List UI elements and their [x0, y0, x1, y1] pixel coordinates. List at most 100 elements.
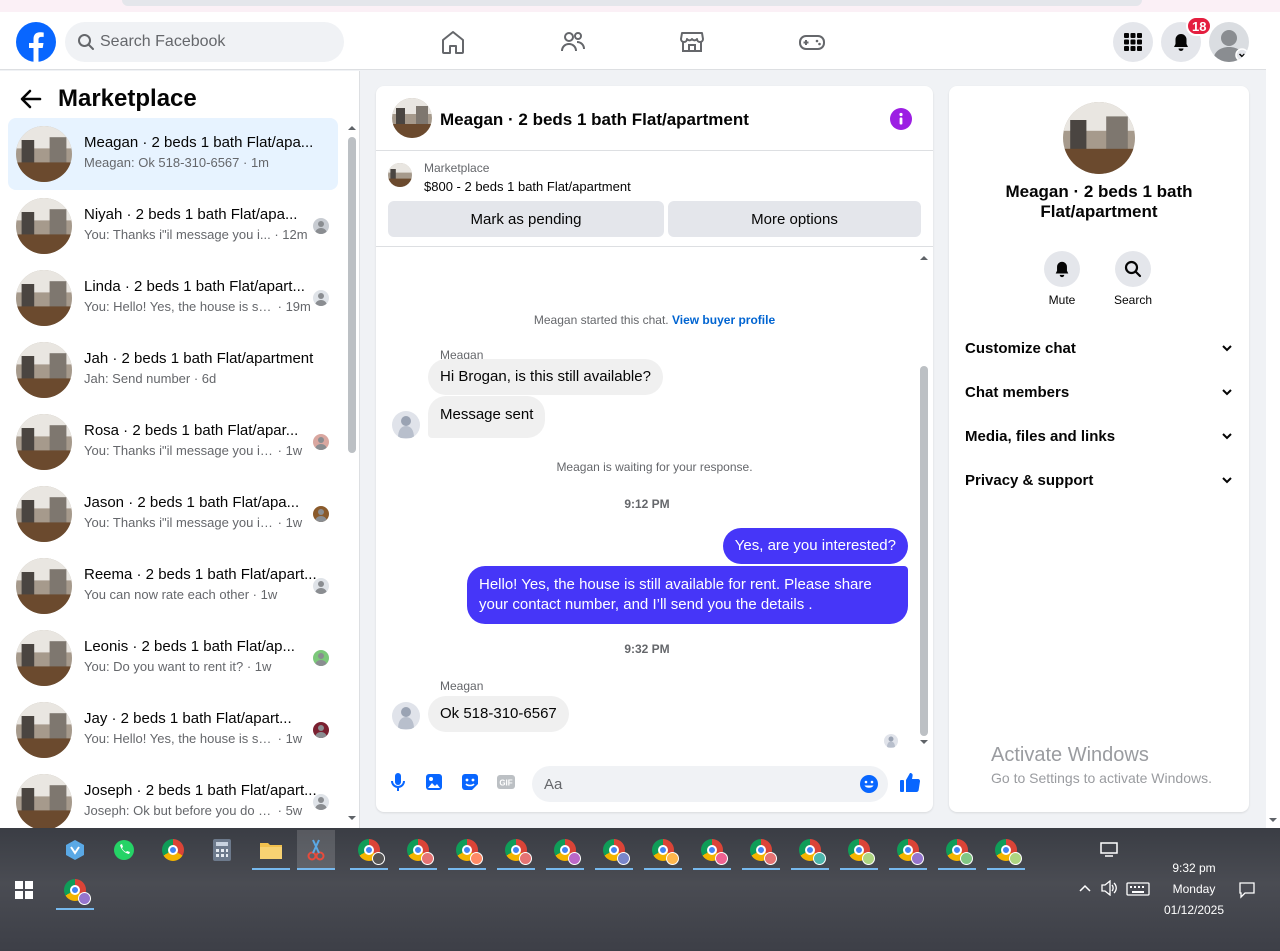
chat-name: Jason · 2 beds 1 bath Flat/apa...	[84, 494, 300, 511]
search-chat-button[interactable]: Search	[1103, 251, 1163, 307]
section-privacy-support[interactable]: Privacy & support	[965, 458, 1233, 502]
taskbar-calculator[interactable]	[203, 830, 241, 870]
taskbar-chrome-profile-9[interactable]	[742, 830, 780, 870]
chat-list-scrollbar[interactable]	[344, 119, 358, 827]
chat-item[interactable]: Jay · 2 beds 1 bath Flat/apart... You: He…	[8, 694, 338, 766]
listing-thumbnail[interactable]	[388, 163, 412, 187]
windows-taskbar: 9:32 pm Monday 01/12/2025	[0, 828, 1280, 951]
chat-item[interactable]: Rosa · 2 beds 1 bath Flat/apar... You: Th…	[8, 406, 338, 478]
taskbar-chrome-profile-10[interactable]	[791, 830, 829, 870]
chat-started-notice: Meagan started this chat. View buyer pro…	[533, 313, 776, 327]
mute-button[interactable]: Mute	[1032, 251, 1092, 307]
taskbar-chrome-profile-5[interactable]	[546, 830, 584, 870]
chat-item[interactable]: Niyah · 2 beds 1 bath Flat/apa... You: Th…	[8, 190, 338, 262]
taskbar-chrome-profile-14[interactable]	[987, 830, 1025, 870]
nav-marketplace[interactable]	[667, 24, 717, 60]
thread-scrollbar[interactable]	[917, 252, 931, 752]
nav-home[interactable]	[428, 24, 478, 60]
chat-name: Jah · 2 beds 1 bath Flat/apartment	[84, 350, 314, 367]
taskbar-chrome-profile-1[interactable]	[350, 830, 388, 870]
chrome-icon	[946, 839, 973, 865]
taskbar-chrome[interactable]	[154, 830, 192, 870]
menu-button[interactable]	[1113, 22, 1153, 62]
outgoing-message[interactable]: Hello! Yes, the house is still available…	[467, 566, 908, 624]
attach-photo-button[interactable]	[422, 770, 446, 794]
message-input[interactable]	[544, 766, 844, 802]
chat-item[interactable]: Jah · 2 beds 1 bath Flat/apartment Jah: S…	[8, 334, 338, 406]
taskbar-app-1[interactable]	[56, 830, 94, 870]
like-button[interactable]	[898, 770, 922, 794]
nav-friends[interactable]	[548, 24, 598, 60]
mark-as-pending-button[interactable]: Mark as pending	[388, 201, 664, 237]
info-icon[interactable]	[890, 108, 912, 130]
chat-item[interactable]: Meagan · 2 beds 1 bath Flat/apa... Meagan…	[8, 118, 338, 190]
search-input[interactable]	[100, 22, 330, 62]
taskbar-chrome-profile-4[interactable]	[497, 830, 535, 870]
taskbar-whatsapp[interactable]	[105, 830, 143, 870]
scrollbar-thumb[interactable]	[348, 137, 356, 453]
more-options-button[interactable]: More options	[668, 201, 921, 237]
taskbar-clock[interactable]: 9:32 pm Monday 01/12/2025	[1150, 858, 1238, 921]
desktop-icon	[1099, 841, 1119, 859]
chat-item[interactable]: Jason · 2 beds 1 bath Flat/apa... You: Th…	[8, 478, 338, 550]
back-arrow-icon[interactable]	[20, 89, 42, 109]
listing-thumbnail	[16, 702, 72, 758]
taskbar-snipping-tool[interactable]	[297, 830, 335, 870]
sender-avatar[interactable]	[392, 702, 420, 730]
seen-avatar	[313, 578, 329, 594]
chrome-icon	[652, 839, 679, 865]
section-customize-chat[interactable]: Customize chat	[965, 326, 1233, 370]
scrollbar-thumb[interactable]	[920, 366, 928, 736]
taskbar-chrome-profile-6[interactable]	[595, 830, 633, 870]
outgoing-message[interactable]: Yes, are you interested?	[722, 528, 908, 564]
volume-icon[interactable]	[1100, 880, 1118, 896]
taskbar-chrome-profile-2[interactable]	[399, 830, 437, 870]
action-center-icon[interactable]	[1238, 881, 1256, 899]
taskbar-chrome-profile-3[interactable]	[448, 830, 486, 870]
details-avatar[interactable]	[1063, 102, 1135, 174]
sticker-button[interactable]	[458, 770, 482, 794]
listing-price[interactable]: $800 - 2 beds 1 bath Flat/apartment	[424, 179, 631, 194]
nav-gaming[interactable]	[787, 24, 837, 60]
sender-avatar[interactable]	[392, 411, 420, 439]
seen-receipt-avatar	[884, 734, 898, 748]
taskbar-chrome-profile-13[interactable]	[938, 830, 976, 870]
taskbar-chrome-profile-8[interactable]	[693, 830, 731, 870]
facebook-logo-icon[interactable]	[16, 22, 56, 62]
keyboard-icon[interactable]	[1126, 881, 1150, 897]
gif-button[interactable]: GIF	[494, 770, 518, 794]
chat-item[interactable]: Linda · 2 beds 1 bath Flat/apart... You: …	[8, 262, 338, 334]
page-scrollbar[interactable]	[1266, 12, 1280, 828]
chat-preview: You: Do you want to rent it? · 1w	[84, 659, 272, 674]
listing-thumbnail	[16, 414, 72, 470]
taskbar-chrome-pinned[interactable]	[56, 870, 94, 910]
incoming-message[interactable]: Ok 518-310-6567	[428, 696, 569, 732]
section-media-files-links[interactable]: Media, files and links	[965, 414, 1233, 458]
incoming-message[interactable]: Hi Brogan, is this still available?	[428, 359, 663, 395]
chat-item[interactable]: Leonis · 2 beds 1 bath Flat/ap... You: Do…	[8, 622, 338, 694]
start-button[interactable]	[5, 870, 43, 910]
voice-clip-button[interactable]	[386, 770, 410, 794]
show-hidden-icons-chevron-icon[interactable]	[1078, 883, 1092, 893]
section-chat-members[interactable]: Chat members	[965, 370, 1233, 414]
chat-time: 12m	[282, 227, 308, 242]
taskbar-chrome-profile-7[interactable]	[644, 830, 682, 870]
sticker-icon	[460, 772, 480, 792]
incoming-message[interactable]: Message sent	[428, 396, 546, 438]
emoji-icon[interactable]	[859, 774, 879, 794]
message-input-box[interactable]	[532, 766, 888, 802]
listing-avatar[interactable]	[392, 98, 432, 138]
taskbar-chrome-profile-12[interactable]	[889, 830, 927, 870]
seen-avatar	[313, 434, 329, 450]
clock-day: Monday	[1172, 882, 1216, 896]
taskbar-desktop-button[interactable]	[1090, 830, 1128, 870]
chevron-down-icon	[1221, 388, 1233, 396]
bell-icon	[1171, 32, 1191, 52]
windows-logo-icon	[15, 881, 33, 899]
taskbar-chrome-profile-11[interactable]	[840, 830, 878, 870]
search-box[interactable]	[65, 22, 344, 62]
view-buyer-profile-link[interactable]: View buyer profile	[672, 313, 775, 327]
profile-avatar[interactable]	[1209, 22, 1249, 62]
taskbar-file-explorer[interactable]	[252, 830, 290, 870]
chat-item[interactable]: Reema · 2 beds 1 bath Flat/apart... You c…	[8, 550, 338, 622]
